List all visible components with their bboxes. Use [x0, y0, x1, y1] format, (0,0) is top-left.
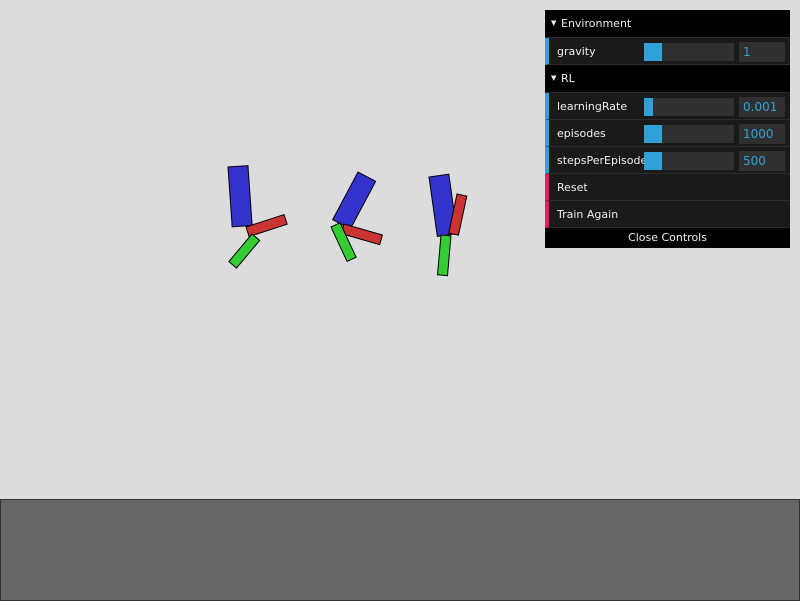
control-label: stepsPerEpisode: [557, 154, 647, 167]
learning-rate-slider[interactable]: [644, 98, 734, 116]
episodes-control: episodes 1000: [545, 120, 790, 147]
agent-3: [428, 173, 468, 277]
gravity-slider[interactable]: [644, 43, 734, 61]
steps-per-episode-slider[interactable]: [644, 152, 734, 170]
caret-down-icon: ▼: [551, 74, 557, 82]
slider-fill: [644, 152, 662, 170]
folder-title: RL: [561, 72, 575, 85]
gravity-control: gravity 1: [545, 38, 790, 65]
agent-2-torso: [331, 171, 377, 230]
steps-per-episode-control: stepsPerEpisode 500: [545, 147, 790, 174]
folder-title: Environment: [561, 17, 632, 30]
control-label: gravity: [557, 45, 596, 58]
agent-1-red-leg: [245, 214, 288, 238]
agent-1-torso: [227, 165, 253, 228]
controls-panel: ▼ Environment gravity 1 ▼ RL learningRat…: [545, 10, 790, 248]
caret-down-icon: ▼: [551, 19, 557, 27]
slider-fill: [644, 125, 662, 143]
control-label: learningRate: [557, 100, 628, 113]
agent-1-green-leg: [228, 233, 261, 269]
agent-2: [330, 171, 384, 263]
episodes-slider[interactable]: [644, 125, 734, 143]
train-again-button[interactable]: Train Again: [545, 201, 790, 228]
learning-rate-control: learningRate 0.001: [545, 93, 790, 120]
folder-rl[interactable]: ▼ RL: [545, 65, 790, 93]
learning-rate-input[interactable]: 0.001: [739, 97, 785, 117]
button-label: Reset: [557, 181, 588, 194]
episodes-input[interactable]: 1000: [739, 124, 785, 144]
reset-button[interactable]: Reset: [545, 174, 790, 201]
agent-1: [227, 165, 288, 269]
close-controls-button[interactable]: Close Controls: [545, 228, 790, 248]
steps-per-episode-input[interactable]: 500: [739, 151, 785, 171]
ground: [0, 499, 800, 601]
agent-3-green-leg: [436, 234, 452, 277]
button-label: Train Again: [557, 208, 619, 221]
slider-fill: [644, 98, 653, 116]
folder-environment[interactable]: ▼ Environment: [545, 10, 790, 38]
gravity-input[interactable]: 1: [739, 42, 785, 62]
control-label: episodes: [557, 127, 606, 140]
slider-fill: [644, 43, 662, 61]
